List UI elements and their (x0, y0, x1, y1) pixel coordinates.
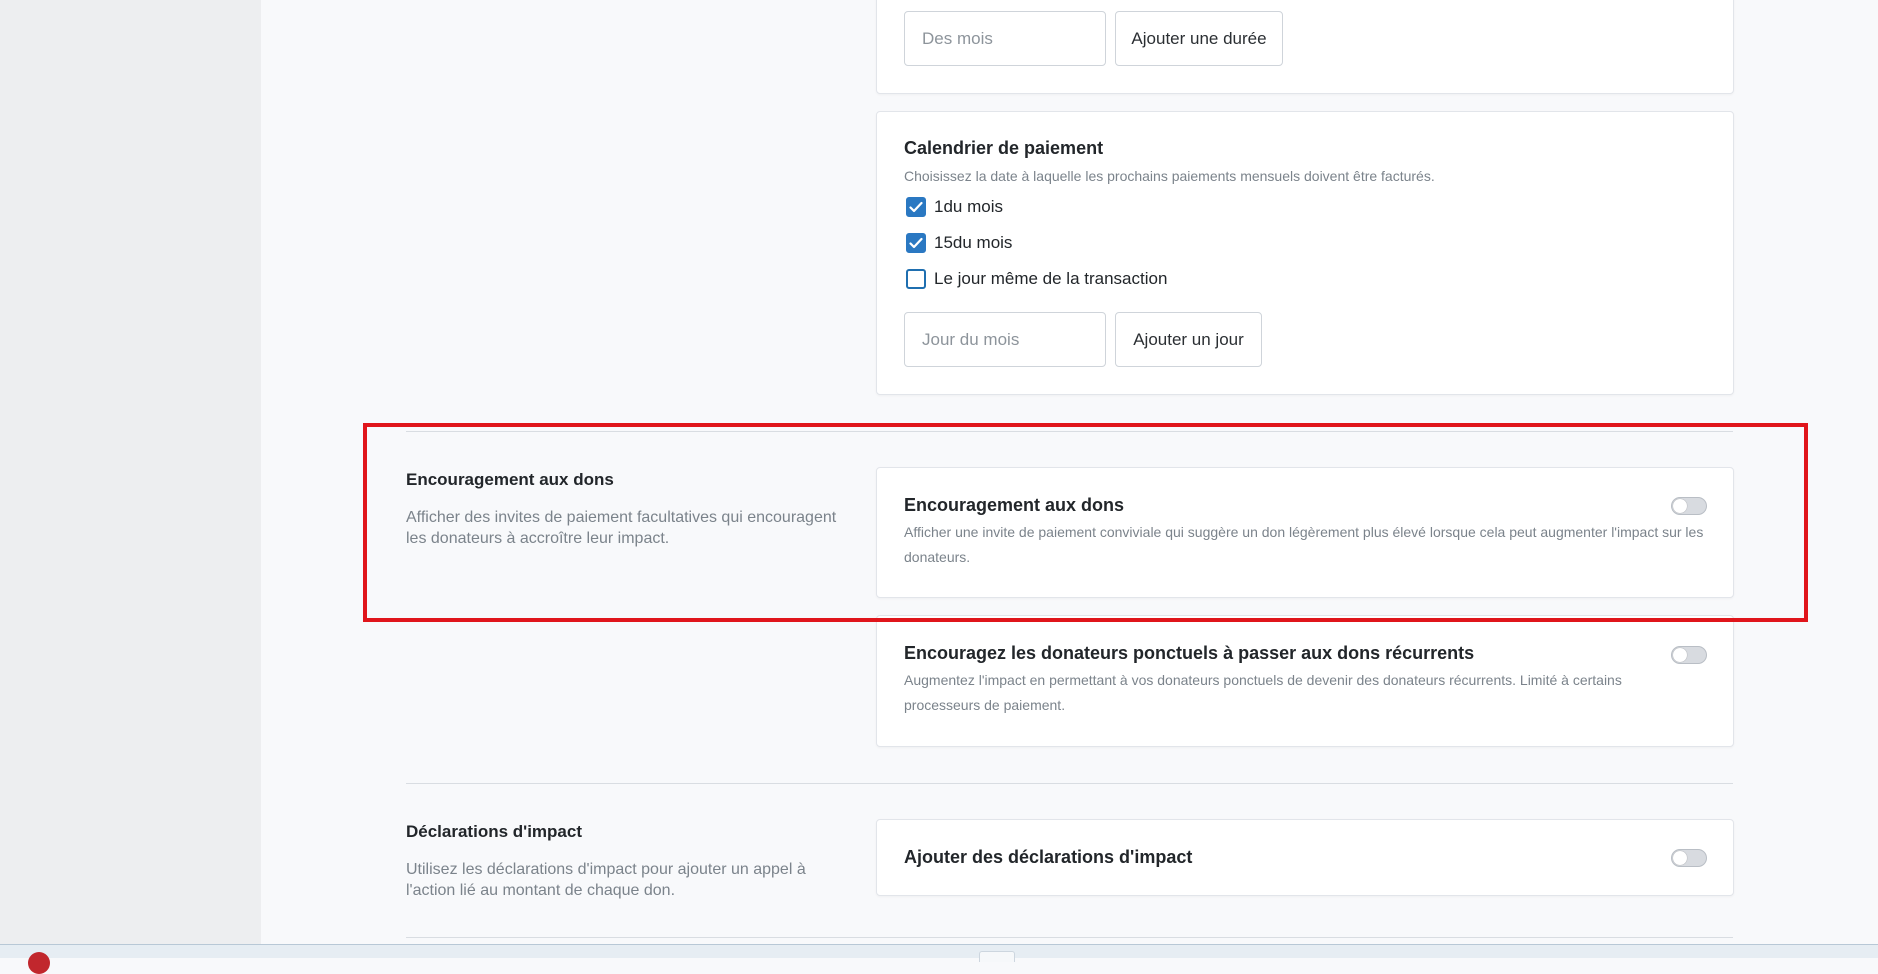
checkbox-1st[interactable] (906, 197, 926, 217)
checkbox-15th[interactable] (906, 233, 926, 253)
payment-schedule-description: Choisissez la date à laquelle les procha… (904, 168, 1435, 184)
impact-section-description: Utilisez les déclarations d'impact pour … (406, 861, 806, 899)
taskbar-window-icon[interactable] (979, 951, 1015, 962)
duration-months-input[interactable] (904, 11, 1106, 66)
toggle-knob (1673, 851, 1687, 865)
schedule-option-15th[interactable]: 15du mois (906, 233, 1012, 253)
payment-schedule-title: Calendrier de paiement (904, 138, 1104, 158)
schedule-option-label: 1du mois (934, 197, 1003, 216)
os-taskbar (0, 944, 1878, 974)
schedule-option-1st[interactable]: 1du mois (906, 197, 1003, 217)
add-day-button[interactable]: Ajouter un jour (1115, 312, 1262, 367)
impact-toggle[interactable] (1671, 849, 1707, 867)
impact-section-title: Déclarations d'impact (406, 822, 582, 841)
checkmark-icon (909, 201, 923, 213)
day-of-month-input[interactable] (904, 312, 1106, 367)
recurring-title: Encouragez les donateurs ponctuels à pas… (904, 643, 1475, 663)
recurring-toggle[interactable] (1671, 646, 1707, 664)
schedule-option-same-day[interactable]: Le jour même de la transaction (906, 269, 1167, 289)
highlight-box (363, 423, 1808, 622)
app-icon[interactable] (28, 952, 50, 974)
schedule-option-label: Le jour même de la transaction (934, 269, 1168, 288)
toggle-knob (1673, 648, 1687, 662)
section-divider (406, 783, 1733, 784)
schedule-option-label: 15du mois (934, 233, 1013, 252)
add-duration-button[interactable]: Ajouter une durée (1115, 11, 1283, 66)
checkmark-icon (909, 237, 923, 249)
left-sidebar-gutter (0, 0, 261, 944)
recurring-description: Augmentez l'impact en permettant à vos d… (904, 672, 1622, 713)
section-divider (406, 937, 1733, 938)
checkbox-same-day[interactable] (906, 269, 926, 289)
impact-toggle-label: Ajouter des déclarations d'impact (904, 847, 1193, 867)
